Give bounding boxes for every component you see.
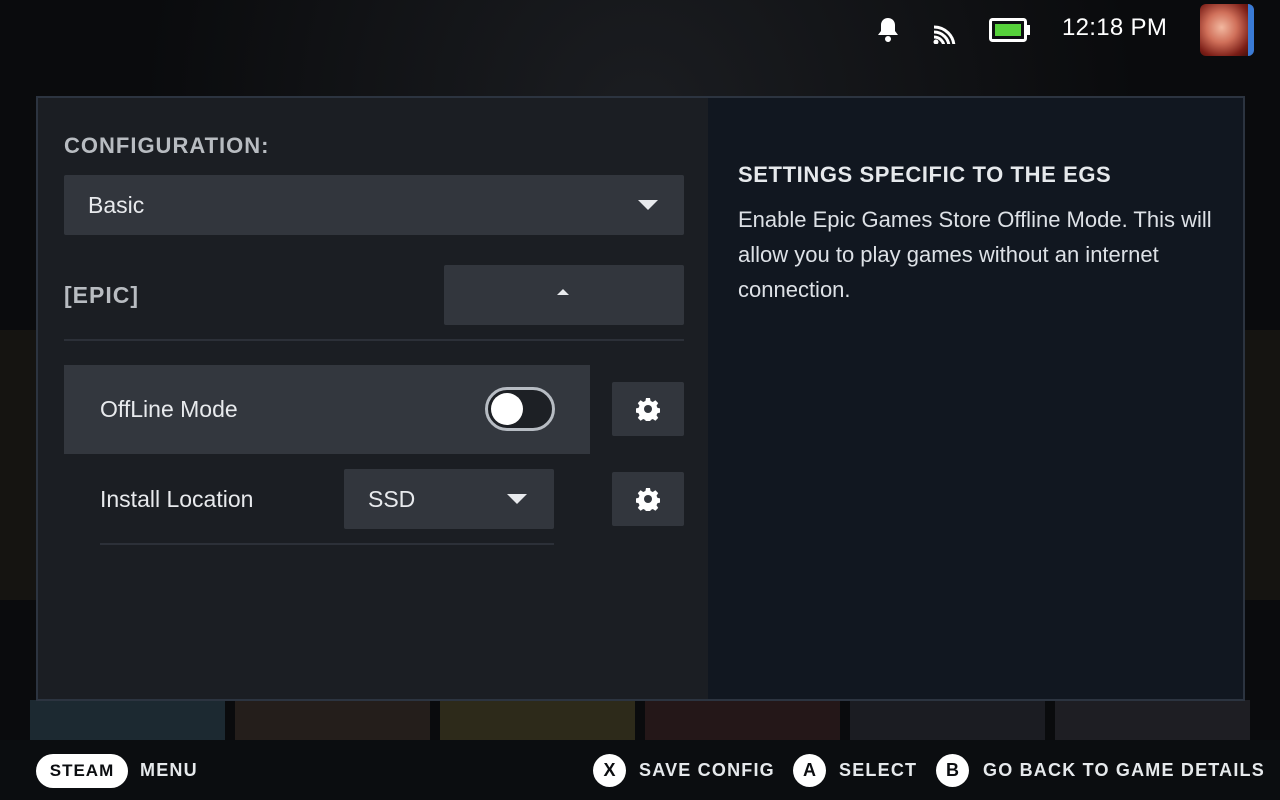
gear-icon — [636, 398, 660, 421]
gear-icon — [636, 488, 660, 511]
footer-bar: STEAM MENU X SAVE CONFIG A SELECT B GO B… — [0, 740, 1280, 800]
a-button-icon[interactable]: A — [793, 754, 826, 787]
configuration-dialog: CONFIGURATION: Basic [EPIC] OffLine Mode… — [36, 96, 1245, 701]
background-decoration — [1244, 330, 1280, 600]
configuration-value: Basic — [88, 191, 145, 218]
section-divider — [64, 339, 684, 341]
section-collapse-button[interactable] — [444, 265, 684, 325]
help-title: SETTINGS SPECIFIC TO THE EGS — [738, 162, 1112, 187]
menu-label: MENU — [140, 760, 198, 780]
avatar[interactable] — [1200, 4, 1254, 56]
offline-mode-label: OffLine Mode — [100, 396, 238, 422]
x-button-icon[interactable]: X — [593, 754, 626, 787]
wifi-icon — [931, 18, 957, 44]
offline-mode-settings-button[interactable] — [612, 382, 684, 436]
install-location-settings-button[interactable] — [612, 472, 684, 526]
setting-row-offline-mode[interactable]: OffLine Mode — [64, 365, 590, 454]
install-location-select[interactable]: SSD — [344, 469, 554, 529]
offline-mode-toggle[interactable] — [485, 387, 555, 431]
battery-icon — [989, 18, 1031, 42]
row-divider — [100, 543, 554, 545]
configuration-label: CONFIGURATION: — [64, 133, 270, 158]
help-description: Enable Epic Games Store Offline Mode. Th… — [738, 207, 1212, 302]
save-config-label: SAVE CONFIG — [639, 760, 775, 780]
b-button-icon[interactable]: B — [936, 754, 969, 787]
chevron-down-icon — [638, 200, 658, 210]
help-pane: SETTINGS SPECIFIC TO THE EGS Enable Epic… — [708, 98, 1243, 699]
bell-icon[interactable] — [876, 16, 900, 44]
toggle-knob — [491, 393, 523, 425]
configuration-select[interactable]: Basic — [64, 175, 684, 235]
background-decoration — [0, 330, 36, 600]
install-location-label: Install Location — [100, 486, 254, 512]
chevron-up-icon — [557, 289, 569, 295]
select-label: SELECT — [839, 760, 918, 780]
clock: 12:18 PM — [1062, 14, 1168, 41]
background-thumbnails — [30, 700, 1250, 740]
chevron-down-icon — [507, 494, 527, 504]
steam-button[interactable]: STEAM — [36, 754, 128, 788]
go-back-label: GO BACK TO GAME DETAILS — [983, 760, 1265, 780]
settings-pane: CONFIGURATION: Basic [EPIC] OffLine Mode… — [38, 98, 708, 699]
section-label-epic: [EPIC] — [64, 282, 139, 308]
install-location-value: SSD — [368, 485, 416, 512]
